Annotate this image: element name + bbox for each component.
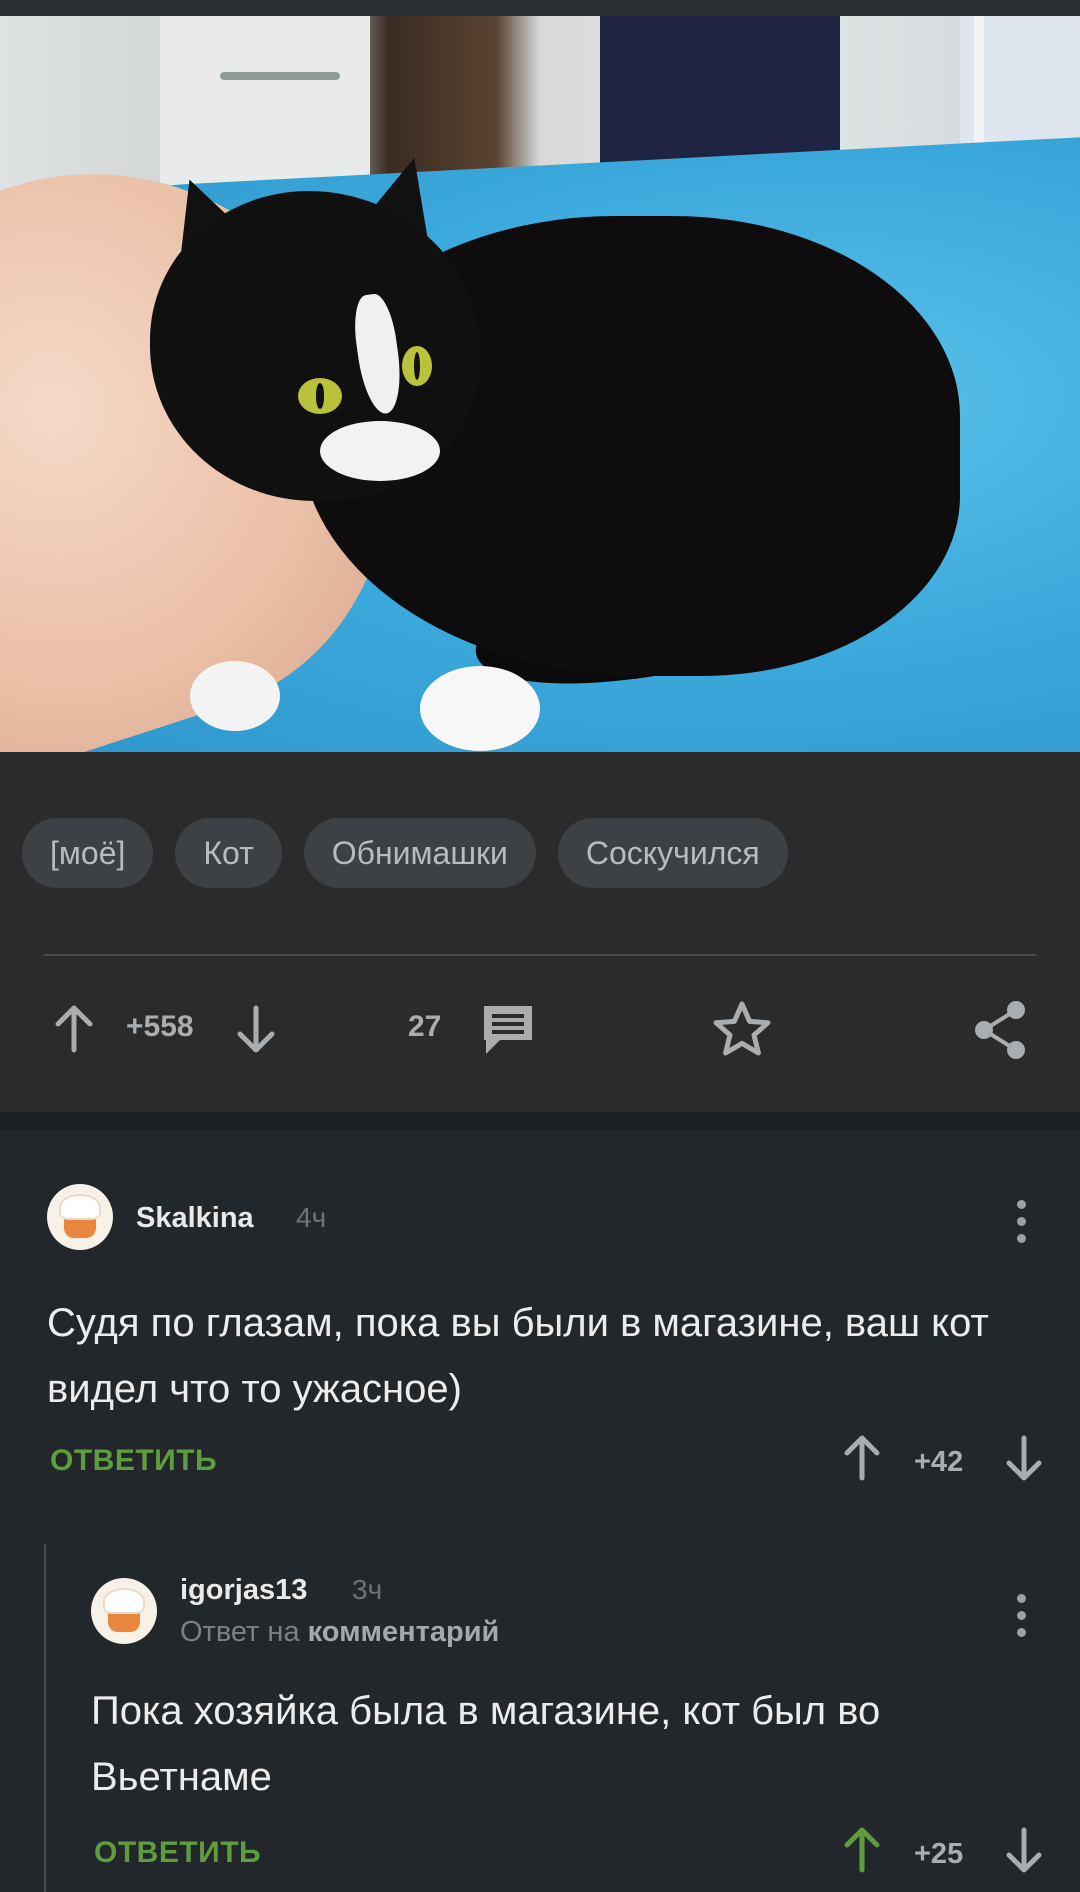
comment-author[interactable]: igorjas13 — [180, 1574, 307, 1607]
more-vertical-icon[interactable] — [1017, 1200, 1027, 1251]
post-separator — [0, 1112, 1080, 1130]
reply-to-link[interactable]: комментарий — [308, 1616, 500, 1648]
reply-to-label: Ответ на комментарий — [180, 1616, 499, 1649]
arrow-up-icon[interactable] — [842, 1826, 882, 1874]
post-rating: +558 — [126, 1010, 194, 1043]
tag-soskuchilsya[interactable]: Соскучился — [557, 818, 788, 888]
tag-list: [моё] Кот Обнимашки Соскучился — [22, 818, 788, 888]
more-vertical-icon[interactable] — [1017, 1594, 1027, 1645]
comment-text: Пока хозяйка была в магазине, кот был во… — [91, 1689, 881, 1799]
tag-kot[interactable]: Кот — [175, 818, 282, 888]
reply-to-prefix: Ответ на — [180, 1616, 300, 1648]
image-cat-paw — [420, 666, 540, 751]
post-image[interactable] — [0, 16, 1080, 752]
reply-button[interactable]: ОТВЕТИТЬ — [50, 1444, 217, 1478]
image-cat-paw — [190, 661, 280, 731]
image-cat-muzzle — [320, 421, 440, 481]
comment-time: 3ч — [352, 1574, 383, 1605]
comment-author[interactable]: Skalkina — [136, 1202, 254, 1235]
divider — [44, 954, 1036, 956]
status-bar — [0, 0, 1080, 16]
reply-button[interactable]: ОТВЕТИТЬ — [94, 1836, 261, 1870]
arrow-up-icon[interactable] — [52, 1004, 96, 1054]
comment-time: 4ч — [296, 1202, 327, 1233]
arrow-down-icon[interactable] — [1004, 1434, 1044, 1482]
image-cat-eye — [298, 378, 342, 414]
comment-rating: +25 — [914, 1838, 964, 1870]
comment: Skalkina 4ч Судя по глазам, пока вы были… — [0, 1130, 1080, 1510]
arrow-up-icon[interactable] — [842, 1434, 882, 1482]
comments-count: 27 — [408, 1010, 442, 1043]
avatar-chef-icon[interactable] — [91, 1578, 157, 1644]
arrow-down-icon[interactable] — [234, 1004, 278, 1054]
comment-text: Судя по глазам, пока вы были в магазине,… — [47, 1301, 989, 1411]
share-icon[interactable] — [970, 998, 1030, 1062]
tag-obnimashki[interactable]: Обнимашки — [303, 818, 536, 888]
arrow-down-icon[interactable] — [1004, 1826, 1044, 1874]
post-actions: +558 27 — [0, 982, 1080, 1082]
post-footer: [моё] Кот Обнимашки Соскучился +558 27 — [0, 752, 1080, 1112]
tag-moe[interactable]: [моё] — [22, 818, 154, 888]
avatar-chef-icon[interactable] — [47, 1184, 113, 1250]
star-icon[interactable] — [710, 998, 774, 1062]
image-cat-eye — [402, 346, 432, 386]
comments-icon[interactable] — [478, 1002, 538, 1058]
comment-reply: igorjas13 3ч Ответ на комментарий Пока х… — [0, 1530, 1080, 1892]
comment-rating: +42 — [914, 1446, 964, 1478]
